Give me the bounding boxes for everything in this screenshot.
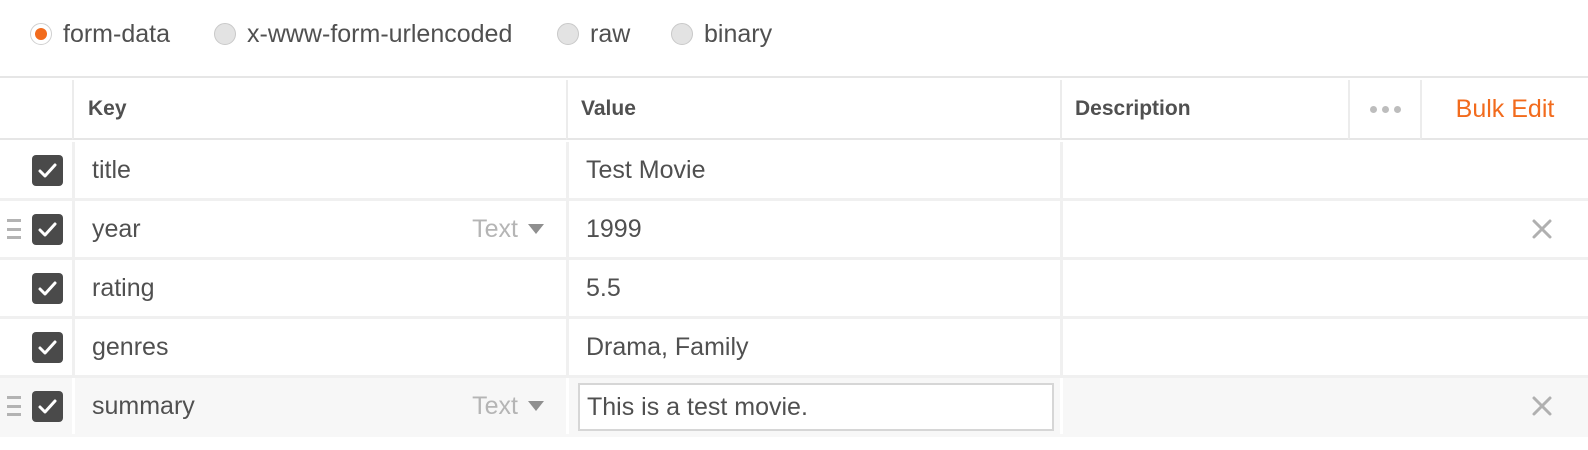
checkmark-icon	[38, 340, 57, 355]
key-text: title	[92, 155, 131, 184]
value-cell[interactable]: Drama, Family	[566, 319, 1060, 375]
radio-raw[interactable]: raw	[557, 19, 630, 49]
header-bulk-edit: Bulk Edit	[1420, 80, 1588, 140]
row-checkbox[interactable]	[32, 273, 63, 304]
checkmark-icon	[38, 222, 57, 237]
header-key: Key	[72, 80, 566, 140]
radio-binary[interactable]: binary	[671, 19, 772, 49]
row-gutter	[0, 201, 72, 257]
key-cell[interactable]: genres	[72, 319, 566, 375]
value-cell[interactable]: 1999	[566, 201, 1060, 257]
radio-label: x-www-form-urlencoded	[247, 19, 513, 48]
header-value: Value	[566, 80, 1060, 140]
header-more	[1348, 80, 1420, 140]
value-cell[interactable]: Test Movie	[566, 142, 1060, 198]
description-cell[interactable]	[1060, 378, 1588, 434]
key-cell[interactable]: title	[72, 142, 566, 198]
row-gutter	[0, 378, 72, 434]
radio-dot-icon	[671, 23, 693, 45]
caret-down-icon	[528, 401, 544, 411]
type-dropdown[interactable]: Text	[472, 378, 544, 434]
value-cell	[566, 378, 1060, 434]
description-cell[interactable]	[1060, 142, 1588, 198]
checkmark-icon	[38, 163, 57, 178]
key-cell[interactable]: year Text	[72, 201, 566, 257]
table-row: title Test Movie	[0, 142, 1588, 201]
radio-x-www-form-urlencoded[interactable]: x-www-form-urlencoded	[214, 19, 512, 49]
key-cell[interactable]: summary Text	[72, 378, 566, 434]
table-row: summary Text	[0, 378, 1588, 437]
type-label: Text	[472, 214, 518, 243]
row-checkbox[interactable]	[32, 332, 63, 363]
close-icon[interactable]	[1530, 394, 1554, 418]
close-icon[interactable]	[1530, 217, 1554, 241]
value-text: Drama, Family	[586, 332, 749, 361]
table-row: rating 5.5	[0, 260, 1588, 319]
value-text: 1999	[586, 214, 642, 243]
drag-handle-icon[interactable]	[7, 219, 21, 239]
row-gutter	[0, 142, 72, 198]
key-text: summary	[92, 391, 195, 420]
row-checkbox[interactable]	[32, 391, 63, 422]
more-horizontal-icon[interactable]	[1369, 105, 1401, 113]
key-cell[interactable]: rating	[72, 260, 566, 316]
radio-dot-icon	[30, 23, 52, 45]
row-checkbox[interactable]	[32, 214, 63, 245]
radio-dot-icon	[557, 23, 579, 45]
value-input[interactable]	[578, 383, 1054, 431]
bulk-edit-button[interactable]: Bulk Edit	[1456, 95, 1555, 124]
description-cell[interactable]	[1060, 201, 1588, 257]
radio-form-data[interactable]: form-data	[30, 19, 170, 49]
caret-down-icon	[528, 224, 544, 234]
body-type-selector: form-data x-www-form-urlencoded raw bina…	[0, 0, 1588, 78]
row-checkbox[interactable]	[32, 155, 63, 186]
header-description: Description	[1060, 80, 1348, 140]
description-cell[interactable]	[1060, 319, 1588, 375]
row-gutter	[0, 260, 72, 316]
key-text: year	[92, 214, 141, 243]
checkmark-icon	[38, 281, 57, 296]
row-gutter	[0, 319, 72, 375]
form-data-table: Key Value Description Bulk Edit title Te…	[0, 80, 1588, 450]
radio-label: form-data	[63, 19, 170, 48]
radio-dot-icon	[214, 23, 236, 45]
type-dropdown[interactable]: Text	[472, 201, 544, 257]
value-text: 5.5	[586, 273, 621, 302]
value-text: Test Movie	[586, 155, 706, 184]
key-text: genres	[92, 332, 169, 361]
description-cell[interactable]	[1060, 260, 1588, 316]
key-text: rating	[92, 273, 155, 302]
table-row: year Text 1999	[0, 201, 1588, 260]
radio-label: raw	[590, 19, 631, 48]
type-label: Text	[472, 391, 518, 420]
drag-handle-icon[interactable]	[7, 396, 21, 416]
header-gutter	[0, 80, 72, 140]
checkmark-icon	[38, 399, 57, 414]
table-row: genres Drama, Family	[0, 319, 1588, 378]
radio-label: binary	[704, 19, 773, 48]
value-cell[interactable]: 5.5	[566, 260, 1060, 316]
